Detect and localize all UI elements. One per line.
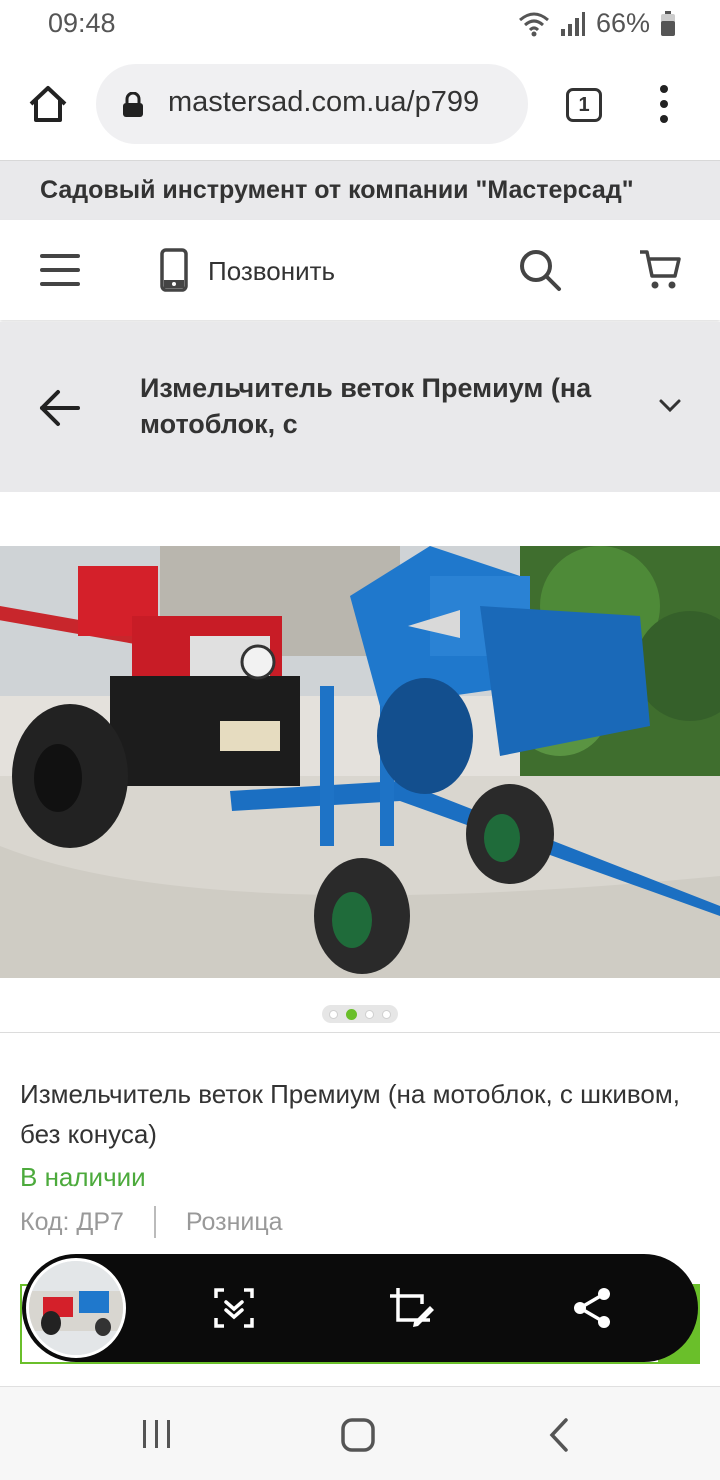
- back-arrow-icon[interactable]: [38, 386, 82, 430]
- meta-separator: [153, 1206, 156, 1238]
- overflow-menu-icon[interactable]: [654, 84, 674, 124]
- chevron-down-icon[interactable]: [658, 396, 682, 416]
- site-header: Позвонить: [0, 220, 720, 320]
- availability-status: В наличии: [20, 1162, 146, 1192]
- divider: [0, 1032, 720, 1033]
- product-title-bar: Измельчитель веток Премиум (на мотоблок,…: [0, 322, 720, 492]
- hamburger-menu-icon[interactable]: [40, 251, 80, 289]
- wifi-icon: [518, 12, 549, 36]
- screenshot-thumbnail[interactable]: [26, 1258, 126, 1358]
- home-nav-icon[interactable]: [340, 1417, 376, 1453]
- carousel-dot[interactable]: [365, 1009, 374, 1019]
- scroll-capture-icon[interactable]: [210, 1284, 258, 1332]
- status-bar: 09:48 66%: [0, 0, 720, 48]
- page-title: Измельчитель веток Премиум (на мотоблок,…: [140, 373, 592, 439]
- site-banner-text: Садовый инструмент от компании "Мастерса…: [40, 176, 634, 204]
- crop-edit-icon[interactable]: [386, 1284, 434, 1332]
- lock-icon: [123, 92, 143, 117]
- product-name: Измельчитель веток Премиум (на мотоблок,…: [20, 1079, 680, 1149]
- status-icons: 66%: [518, 8, 676, 39]
- url-text: mastersad.com.ua/p799: [168, 86, 480, 118]
- phone-icon[interactable]: [160, 248, 188, 292]
- cart-icon[interactable]: [638, 248, 682, 292]
- share-icon[interactable]: [568, 1284, 616, 1332]
- address-bar[interactable]: mastersad.com.ua/p799: [96, 64, 528, 144]
- product-meta: Код: ДР7 Розница: [20, 1206, 283, 1238]
- price-type: Розница: [185, 1207, 283, 1236]
- battery-percent: 66%: [595, 8, 650, 38]
- home-icon[interactable]: [26, 82, 70, 126]
- carousel-dot[interactable]: [382, 1009, 391, 1019]
- system-nav-bar: [0, 1386, 720, 1480]
- recent-apps-icon[interactable]: [140, 1417, 174, 1451]
- battery-icon: [661, 10, 675, 36]
- browser-toolbar: mastersad.com.ua/p799 1: [0, 48, 720, 160]
- status-time: 09:48: [48, 8, 116, 38]
- back-nav-icon[interactable]: [546, 1417, 572, 1453]
- call-link[interactable]: Позвонить: [208, 256, 335, 287]
- carousel-dot-active[interactable]: [346, 1008, 357, 1020]
- product-image[interactable]: [0, 546, 720, 978]
- search-icon[interactable]: [518, 248, 562, 292]
- carousel-dot[interactable]: [329, 1009, 338, 1019]
- tab-switcher-button[interactable]: 1: [566, 88, 602, 122]
- product-photo-illustration: [0, 546, 720, 978]
- signal-icon: [560, 11, 585, 36]
- product-code: Код: ДР7: [20, 1207, 124, 1236]
- site-banner: Садовый инструмент от компании "Мастерса…: [0, 160, 720, 220]
- carousel-indicator: [322, 1005, 398, 1023]
- screenshot-toolbar: [22, 1254, 698, 1362]
